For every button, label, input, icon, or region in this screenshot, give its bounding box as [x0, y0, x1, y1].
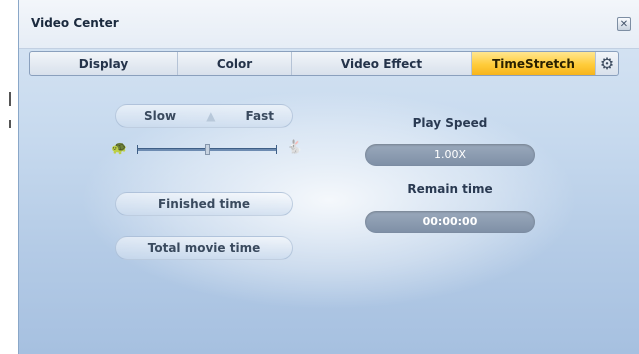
gear-icon[interactable]: ⚙: [596, 52, 618, 75]
edge-mark: [9, 92, 11, 106]
arrow-up-icon: ▲: [206, 109, 216, 123]
slider-tick: [137, 145, 138, 154]
video-center-window: Video Center ✕ Display Color Video Effec…: [18, 0, 639, 354]
speed-slider-thumb[interactable]: [204, 144, 210, 155]
play-speed-label: Play Speed: [412, 116, 488, 130]
slider-tick: [276, 145, 277, 154]
remain-time-label: Remain time: [407, 182, 493, 196]
tab-timestretch[interactable]: TimeStretch: [472, 52, 596, 75]
turtle-icon: 🐢: [111, 141, 128, 156]
speed-slider-track[interactable]: [137, 144, 277, 155]
desktop-edge: [0, 0, 18, 354]
tab-video-effect[interactable]: Video Effect: [292, 52, 472, 75]
tab-bar: Display Color Video Effect TimeStretch ⚙: [29, 51, 619, 76]
tab-display[interactable]: Display: [30, 52, 178, 75]
total-movie-time-button[interactable]: Total movie time: [115, 236, 293, 260]
edge-mark: [9, 120, 11, 128]
tab-color[interactable]: Color: [178, 52, 292, 75]
remain-time-display: 00:00:00: [365, 211, 535, 233]
title-bar: Video Center ✕: [19, 0, 639, 49]
rabbit-icon: 🐇: [286, 140, 303, 155]
slow-fast-toggle[interactable]: Slow ▲ Fast: [115, 104, 293, 128]
finished-time-button[interactable]: Finished time: [115, 192, 293, 216]
window-title: Video Center: [31, 16, 119, 30]
speed-slider[interactable]: 🐢 🐇: [111, 140, 303, 158]
close-icon[interactable]: ✕: [617, 17, 631, 31]
play-speed-display: 1.00X: [365, 144, 535, 166]
fast-label: Fast: [245, 109, 274, 123]
slow-label: Slow: [144, 109, 177, 123]
